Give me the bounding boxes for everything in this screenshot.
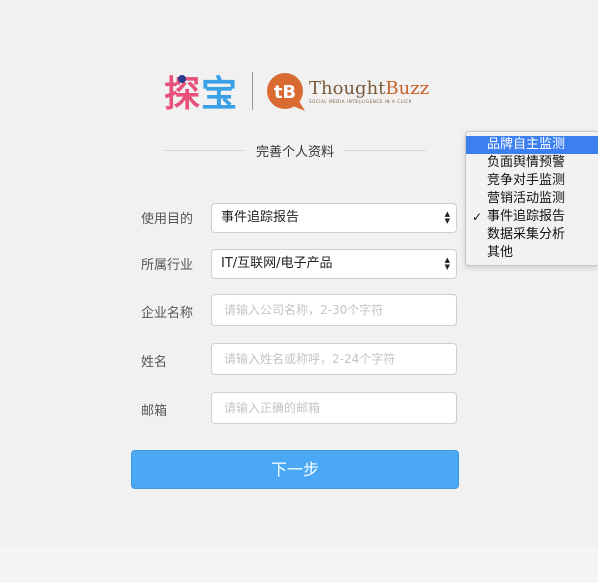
email-input[interactable]: 请输入正确的邮箱 — [211, 392, 457, 424]
title-line-left — [164, 150, 246, 151]
thoughtbuzz-logo-icon: tB — [267, 73, 306, 111]
dropdown-option[interactable]: 竞争对手监测 — [466, 172, 598, 190]
name-input[interactable]: 请输入姓名或称呼，2-24个字符 — [211, 343, 457, 375]
dropdown-option-label: 事件追踪报告 — [487, 209, 566, 224]
dropdown-option-label: 其他 — [487, 245, 514, 260]
dropdown-option-label: 竞争对手监测 — [487, 173, 566, 188]
dropdown-option-label: 营销活动监测 — [487, 191, 566, 206]
dropdown-option-label: 负面舆情预警 — [487, 155, 566, 170]
thoughtbuzz-name-thought: Thought — [309, 77, 386, 99]
select-arrows-icon: ▲ ▼ — [444, 210, 450, 225]
thoughtbuzz-name-buzz: Buzz — [385, 77, 430, 99]
dropdown-option[interactable]: 其他 — [466, 244, 598, 262]
checkmark-icon: ✓ — [472, 210, 483, 224]
page-title: 完善个人资料 — [256, 145, 335, 160]
dropdown-option-label: 数据采集分析 — [487, 227, 566, 242]
tanbao-logo: 探宝 — [164, 65, 238, 117]
industry-select-value: IT/互联网/电子产品 — [221, 256, 333, 271]
industry-label: 所属行业 — [141, 258, 194, 273]
dropdown-option[interactable]: 品牌自主监测 — [466, 136, 598, 154]
purpose-label: 使用目的 — [141, 212, 194, 227]
email-label: 邮箱 — [141, 404, 168, 419]
svg-text:tB: tB — [274, 82, 296, 103]
tanbao-logo-char-2: 宝 — [201, 74, 239, 115]
email-input-placeholder: 请输入正确的邮箱 — [224, 401, 321, 415]
tanbao-logo-dot — [178, 75, 186, 83]
industry-select[interactable]: IT/互联网/电子产品 ▲ ▼ — [211, 249, 457, 279]
company-input-placeholder: 请输入公司名称，2-30个字符 — [224, 303, 384, 317]
title-line-right — [344, 150, 427, 151]
header-logos: 探宝 tB ThoughtBuzz SOCIAL MEDIA INTELLIGE… — [164, 66, 429, 116]
name-input-placeholder: 请输入姓名或称呼，2-24个字符 — [224, 352, 396, 366]
dropdown-option[interactable]: 负面舆情预警 — [466, 154, 598, 172]
company-label: 企业名称 — [141, 306, 194, 321]
page-title-row: 完善个人资料 — [164, 141, 427, 160]
bottom-band — [0, 548, 598, 583]
logo-divider — [252, 72, 254, 110]
dropdown-option-label: 品牌自主监测 — [487, 137, 566, 152]
dropdown-option[interactable]: 数据采集分析 — [466, 226, 598, 244]
purpose-select[interactable]: 事件追踪报告 ▲ ▼ — [211, 203, 457, 233]
name-label: 姓名 — [141, 355, 168, 370]
select-arrows-icon: ▲ ▼ — [444, 256, 450, 271]
dropdown-option[interactable]: ✓ 事件追踪报告 — [466, 208, 598, 226]
thoughtbuzz-tagline: SOCIAL MEDIA INTELLIGENCE IN A CLICK — [309, 98, 412, 104]
dropdown-option[interactable]: 营销活动监测 — [466, 190, 598, 208]
company-input[interactable]: 请输入公司名称，2-30个字符 — [211, 294, 457, 326]
thoughtbuzz-wordmark: ThoughtBuzz SOCIAL MEDIA INTELLIGENCE IN… — [309, 77, 430, 104]
purpose-select-value: 事件追踪报告 — [221, 210, 300, 225]
next-step-button[interactable]: 下一步 — [131, 450, 459, 489]
purpose-dropdown-menu[interactable]: 品牌自主监测 负面舆情预警 竞争对手监测 营销活动监测 ✓ 事件追踪报告 数据采集分析 其他 — [465, 131, 598, 266]
